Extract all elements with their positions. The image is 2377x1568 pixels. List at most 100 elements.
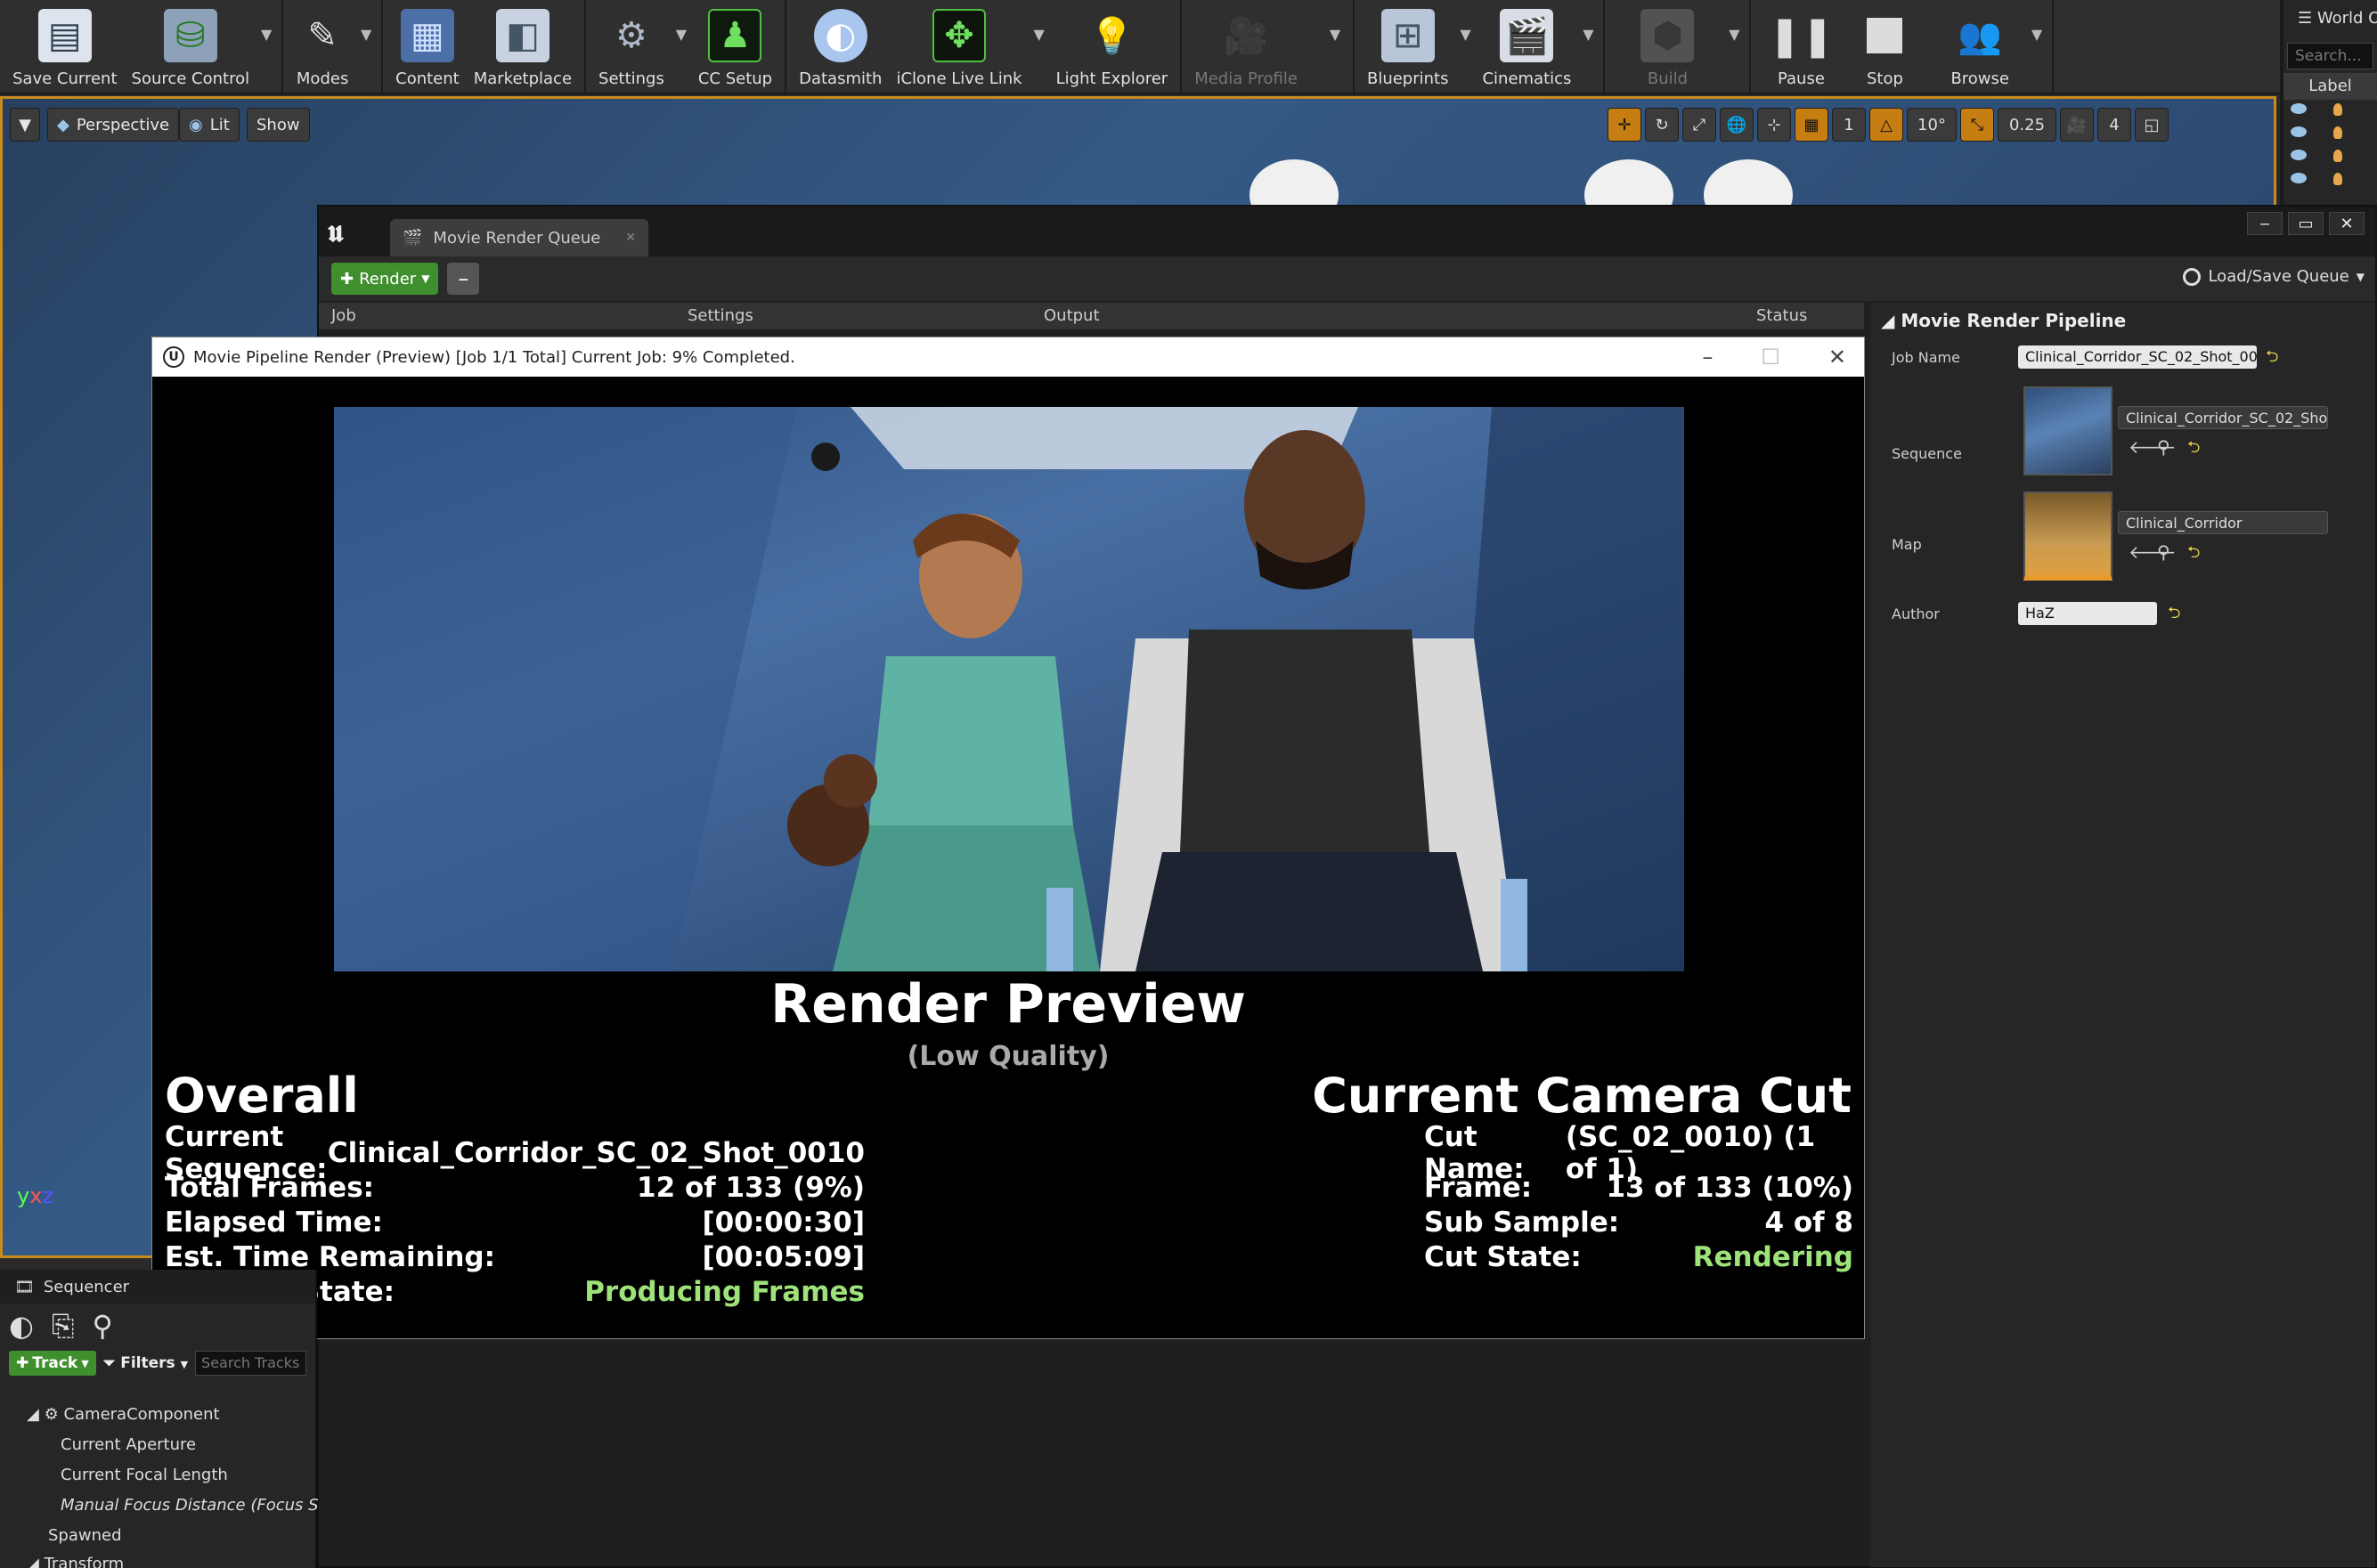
outliner-row[interactable]	[2283, 169, 2377, 192]
expand-arrow-icon[interactable]: ◢	[27, 1405, 39, 1424]
source-control-dropdown[interactable]: ▼	[256, 0, 276, 94]
media-profile-dropdown[interactable]: ▼	[1305, 0, 1347, 94]
outliner-search-input[interactable]: Search...	[2287, 43, 2373, 69]
reset-arrow-icon[interactable]: ⮌	[2187, 541, 2200, 568]
browse-button[interactable]: 👥 Browse	[1924, 0, 2027, 94]
track-transform[interactable]: ◢ Transform	[27, 1555, 124, 1568]
modes-dropdown[interactable]: ▼	[356, 0, 376, 94]
visibility-eye-icon[interactable]	[2291, 103, 2307, 114]
outliner-row[interactable]	[2283, 123, 2377, 146]
column-status[interactable]: Status	[1744, 303, 1819, 329]
column-settings[interactable]: Settings	[675, 303, 1031, 329]
reset-arrow-icon[interactable]: ⮌	[2187, 436, 2200, 463]
scale-tool-icon[interactable]: ⤢	[1682, 108, 1716, 142]
sequence-thumbnail[interactable]	[2023, 386, 2112, 475]
grid-snap-value[interactable]: 1	[1832, 108, 1866, 142]
pause-button[interactable]: ❚❚ Pause	[1756, 0, 1845, 94]
browse-magnifier-icon[interactable]: ⚲	[2157, 541, 2170, 563]
render-button[interactable]: ✚ Render ▼	[331, 263, 439, 295]
settings-dropdown[interactable]: ▼	[672, 0, 691, 94]
blueprints-dropdown[interactable]: ▼	[1455, 0, 1475, 94]
source-control-button[interactable]: ⛁ Source Control	[125, 0, 257, 94]
outliner-row[interactable]	[2283, 100, 2377, 123]
iclone-live-link-button[interactable]: ✥ iClone Live Link	[889, 0, 1029, 94]
build-dropdown[interactable]: ▼	[1724, 0, 1744, 94]
surface-snap-icon[interactable]: ⊹	[1757, 108, 1791, 142]
cinematics-button[interactable]: 🎬 Cinematics	[1475, 0, 1578, 94]
save-current-button[interactable]: ▤ Save Current	[5, 0, 125, 94]
column-output[interactable]: Output	[1031, 303, 1744, 329]
toolbar-group-modes: ✎ Modes ▼	[283, 0, 384, 94]
browse-magnifier-icon[interactable]: ⚲	[2157, 436, 2170, 458]
light-explorer-button[interactable]: 💡 Light Explorer	[1049, 0, 1176, 94]
visibility-eye-icon[interactable]	[2291, 173, 2307, 183]
angle-snap-value[interactable]: 10°	[1907, 108, 1957, 142]
outliner-row[interactable]	[2283, 146, 2377, 169]
clapper-icon: 🎬	[403, 228, 423, 248]
reset-arrow-icon[interactable]: ⮌	[2168, 602, 2180, 629]
world-local-icon[interactable]: 🌐	[1720, 108, 1754, 142]
translate-tool-icon[interactable]: ✛	[1608, 108, 1641, 142]
rotate-tool-icon[interactable]: ↻	[1645, 108, 1679, 142]
perspective-button[interactable]: ◆ Perspective	[47, 108, 180, 142]
live-link-dropdown[interactable]: ▼	[1030, 0, 1049, 94]
expand-arrow-icon[interactable]: ◢	[27, 1555, 39, 1568]
modes-button[interactable]: ✎ Modes	[289, 0, 356, 94]
visibility-eye-icon[interactable]	[2291, 126, 2307, 137]
track-current-aperture[interactable]: Current Aperture	[61, 1435, 196, 1454]
tab-sequencer[interactable]: 🎞 Sequencer	[0, 1270, 315, 1304]
settings-button[interactable]: ⚙ Settings	[591, 0, 672, 94]
maximize-viewport-icon[interactable]: ◱	[2135, 108, 2169, 142]
playback-options-icon[interactable]: ◐	[9, 1309, 34, 1343]
minimize-icon[interactable]: ‒	[2247, 212, 2283, 235]
blueprints-button[interactable]: ⊞ Blueprints	[1360, 0, 1456, 94]
browse-dropdown[interactable]: ▼	[2027, 0, 2047, 94]
sequence-combo[interactable]: Clinical_Corridor_SC_02_Shot	[2118, 406, 2328, 429]
camera-speed-value[interactable]: 4	[2097, 108, 2131, 142]
stop-button[interactable]: Stop	[1845, 0, 1924, 94]
cinematics-dropdown[interactable]: ▼	[1578, 0, 1598, 94]
search-tracks-input[interactable]: Search Tracks	[195, 1351, 306, 1376]
job-name-field[interactable]: Clinical_Corridor_SC_02_Shot_0010	[2018, 345, 2257, 369]
viewport-options-button[interactable]: ▼	[10, 108, 40, 142]
map-thumbnail[interactable]	[2023, 492, 2112, 581]
content-button[interactable]: ▦ Content	[388, 0, 467, 94]
cc-setup-button[interactable]: ♟ CC Setup	[691, 0, 779, 94]
datasmith-button[interactable]: ◐ Datasmith	[792, 0, 889, 94]
marketplace-button[interactable]: ◧ Marketplace	[467, 0, 579, 94]
add-track-button[interactable]: ✚ Track ▼	[9, 1351, 96, 1376]
maximize-icon[interactable]: ☐	[1761, 345, 1780, 370]
build-button[interactable]: ⬢ Build	[1610, 0, 1724, 94]
track-manual-focus-distance[interactable]: Manual Focus Distance (Focus S	[61, 1496, 319, 1515]
lit-button[interactable]: ◉ Lit	[179, 108, 240, 142]
author-field[interactable]: HaZ	[2018, 602, 2157, 625]
track-camera-component[interactable]: ◢ ⚙ CameraComponent	[27, 1405, 220, 1424]
close-icon[interactable]: ✕	[1828, 345, 1846, 370]
close-tab-icon[interactable]: ✕	[625, 231, 636, 245]
load-save-queue-button[interactable]: Load/Save Queue ▼	[2183, 267, 2365, 286]
track-current-focal-length[interactable]: Current Focal Length	[61, 1466, 228, 1484]
reset-arrow-icon[interactable]: ⮌	[2266, 345, 2278, 372]
search-icon[interactable]: ⚲	[93, 1309, 113, 1343]
tab-movie-render-queue[interactable]: 🎬 Movie Render Queue ✕	[390, 219, 648, 256]
show-button[interactable]: Show	[247, 108, 310, 142]
angle-snap-icon[interactable]: △	[1869, 108, 1903, 142]
remove-job-button[interactable]: –	[447, 263, 480, 295]
close-icon[interactable]: ✕	[2329, 212, 2365, 235]
outliner-label-column[interactable]: Label	[2283, 73, 2377, 100]
scale-snap-icon[interactable]: ⤡	[1960, 108, 1994, 142]
minimize-icon[interactable]: –	[1702, 345, 1713, 370]
visibility-eye-icon[interactable]	[2291, 150, 2307, 160]
render-movie-icon[interactable]: ⎘	[52, 1309, 75, 1344]
media-profile-button[interactable]: 🎥 Media Profile	[1187, 0, 1305, 94]
map-combo[interactable]: Clinical_Corridor	[2118, 511, 2328, 534]
camera-speed-icon[interactable]: 🎥	[2060, 108, 2094, 142]
scale-snap-value[interactable]: 0.25	[1998, 108, 2056, 142]
maximize-icon[interactable]: ▭	[2288, 212, 2324, 235]
filters-button[interactable]: ⏷ Filters ▼	[103, 1354, 188, 1372]
details-header[interactable]: ◢ Movie Render Pipeline	[1870, 303, 2375, 338]
plus-icon: ✚	[16, 1354, 29, 1372]
grid-snap-icon[interactable]: ▦	[1795, 108, 1828, 142]
track-spawned[interactable]: Spawned	[48, 1526, 122, 1545]
column-job[interactable]: Job	[319, 303, 675, 329]
